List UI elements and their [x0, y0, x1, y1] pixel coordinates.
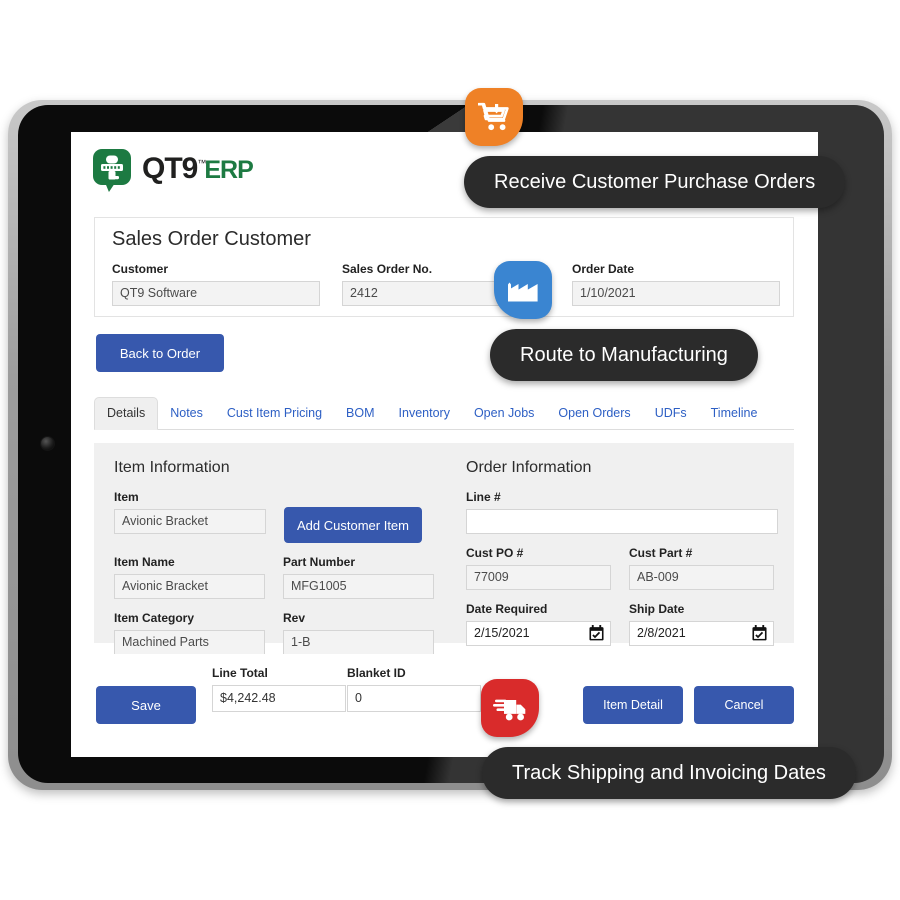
- callout-text: Track Shipping and Invoicing Dates: [512, 761, 826, 784]
- delivery-truck-icon[interactable]: [481, 679, 539, 737]
- item-input[interactable]: Avionic Bracket: [114, 509, 266, 534]
- screenshot-root: QT9 ™ ERP Sales Order Customer Customer …: [0, 0, 900, 900]
- field-item-category: Item Category Machined Parts: [114, 611, 265, 655]
- back-to-order-button[interactable]: Back to Order: [96, 334, 224, 372]
- tab-open-jobs[interactable]: Open Jobs: [462, 398, 546, 429]
- cust-part-input[interactable]: AB-009: [629, 565, 774, 590]
- field-label: Cust PO #: [466, 546, 524, 560]
- field-cust-po: Cust PO # 77009: [466, 546, 611, 590]
- item-name-input[interactable]: Avionic Bracket: [114, 574, 265, 599]
- field-customer: Customer QT9 Software: [112, 262, 320, 306]
- qt9-speech-bubble-logo-icon: [93, 149, 133, 192]
- field-item-name: Item Name Avionic Bracket: [114, 555, 265, 599]
- order-information-title: Order Information: [466, 459, 592, 476]
- field-ship-date: Ship Date 2/8/2021: [629, 602, 774, 646]
- field-label: Item Category: [114, 611, 195, 625]
- app-logo[interactable]: QT9 ™ ERP: [93, 149, 254, 192]
- field-rev: Rev 1-B: [283, 611, 434, 655]
- cust-po-input[interactable]: 77009: [466, 565, 611, 590]
- details-panel: Item Information Item Avionic Bracket Ad…: [94, 443, 794, 655]
- brand-wordmark: QT9 ™ ERP: [142, 152, 254, 186]
- front-camera: [40, 436, 55, 451]
- date-required-input[interactable]: 2/15/2021: [466, 621, 611, 646]
- customer-input[interactable]: QT9 Software: [112, 281, 320, 306]
- ship-date-input[interactable]: 2/8/2021: [629, 621, 774, 646]
- blanket-id-input[interactable]: 0: [347, 685, 481, 712]
- line-no-row: Line #: [466, 490, 778, 534]
- shopping-cart-download-icon[interactable]: [465, 88, 523, 146]
- callout-route-to-manufacturing: Route to Manufacturing: [490, 329, 758, 381]
- field-label: Item Name: [114, 555, 175, 569]
- field-label: Cust Part #: [629, 546, 693, 560]
- item-information-section: Item Information Item Avionic Bracket Ad…: [114, 459, 434, 667]
- tab-bar: Details Notes Cust Item Pricing BOM Inve…: [94, 394, 794, 430]
- callout-text: Route to Manufacturing: [520, 343, 728, 366]
- field-label: Line Total: [212, 666, 268, 680]
- tablet-screen: QT9 ™ ERP Sales Order Customer Customer …: [71, 132, 818, 757]
- tab-bom[interactable]: BOM: [334, 398, 386, 429]
- brand-trademark: ™: [197, 158, 206, 168]
- field-label: Date Required: [466, 602, 548, 616]
- add-customer-item-button[interactable]: Add Customer Item: [284, 507, 422, 543]
- field-label: Line #: [466, 490, 501, 504]
- field-line-no: Line #: [466, 490, 778, 534]
- tab-cust-item-pricing[interactable]: Cust Item Pricing: [215, 398, 334, 429]
- field-label: Item: [114, 490, 139, 504]
- field-label: Order Date: [572, 262, 635, 276]
- form-footer: Save Line Total $4,242.48 Blanket ID 0 I…: [71, 654, 818, 757]
- dates-row: Date Required 2/15/2021 Ship Date 2/8/20…: [466, 602, 778, 646]
- item-name-row: Item Name Avionic Bracket Part Number MF…: [114, 555, 434, 599]
- rev-input[interactable]: 1-B: [283, 630, 434, 655]
- callout-receive-purchase-orders: Receive Customer Purchase Orders: [464, 156, 846, 208]
- field-item: Item Avionic Bracket: [114, 490, 266, 543]
- part-number-input[interactable]: MFG1005: [283, 574, 434, 599]
- order-information-section: Order Information Line # Cust PO # 77009…: [466, 459, 778, 658]
- line-total-input[interactable]: $4,242.48: [212, 685, 346, 712]
- item-information-title: Item Information: [114, 459, 230, 476]
- field-order-date: Order Date 1/10/2021: [572, 262, 780, 306]
- item-category-input[interactable]: Machined Parts: [114, 630, 265, 655]
- field-part-number: Part Number MFG1005: [283, 555, 434, 599]
- cust-po-row: Cust PO # 77009 Cust Part # AB-009: [466, 546, 778, 590]
- field-label: Rev: [283, 611, 306, 625]
- field-label: Ship Date: [629, 602, 685, 616]
- tab-inventory[interactable]: Inventory: [387, 398, 462, 429]
- field-blanket-id: Blanket ID 0: [347, 666, 481, 712]
- field-label: Blanket ID: [347, 666, 406, 680]
- order-date-input[interactable]: 1/10/2021: [572, 281, 780, 306]
- field-label: Customer: [112, 262, 169, 276]
- line-no-input[interactable]: [466, 509, 778, 534]
- tab-notes[interactable]: Notes: [158, 398, 215, 429]
- brand-suffix: ERP: [204, 156, 253, 184]
- field-label: Part Number: [283, 555, 356, 569]
- cancel-button[interactable]: Cancel: [694, 686, 794, 724]
- field-cust-part: Cust Part # AB-009: [629, 546, 774, 590]
- page-title: Sales Order Customer: [112, 228, 311, 250]
- sales-order-customer-card: Sales Order Customer Customer QT9 Softwa…: [94, 217, 794, 317]
- callout-track-shipping-invoicing: Track Shipping and Invoicing Dates: [482, 747, 856, 799]
- item-row: Item Avionic Bracket Add Customer Item: [114, 490, 434, 543]
- tab-open-orders[interactable]: Open Orders: [546, 398, 642, 429]
- item-category-row: Item Category Machined Parts Rev 1-B: [114, 611, 434, 655]
- sales-order-fields: Customer QT9 Software Sales Order No. 24…: [112, 262, 780, 306]
- field-date-required: Date Required 2/15/2021: [466, 602, 611, 646]
- callout-text: Receive Customer Purchase Orders: [494, 170, 816, 193]
- tab-details[interactable]: Details: [94, 397, 159, 430]
- tab-timeline[interactable]: Timeline: [699, 398, 770, 429]
- save-button[interactable]: Save: [96, 686, 196, 724]
- item-detail-button[interactable]: Item Detail: [583, 686, 683, 724]
- brand-name: QT9: [142, 152, 198, 185]
- factory-icon[interactable]: [494, 261, 552, 319]
- tab-udfs[interactable]: UDFs: [643, 398, 699, 429]
- field-line-total: Line Total $4,242.48: [212, 666, 346, 712]
